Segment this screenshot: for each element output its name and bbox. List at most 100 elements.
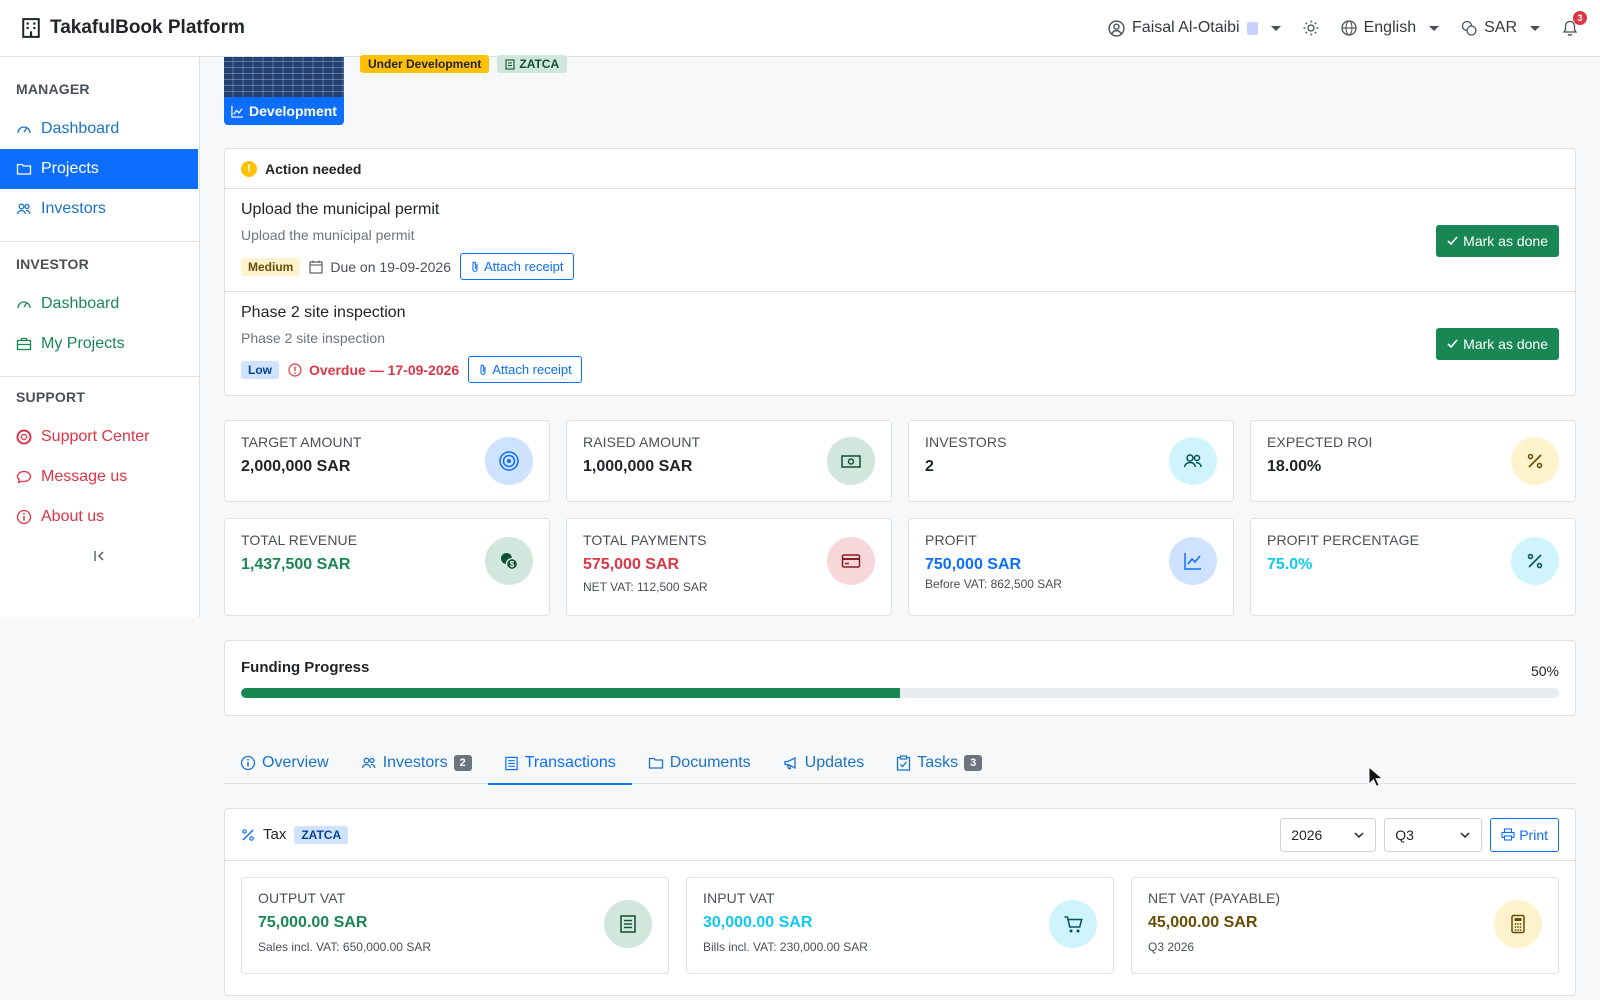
stage-label: Development xyxy=(249,103,337,119)
sidebar-item-my-projects[interactable]: My Projects xyxy=(0,324,199,364)
people-icon xyxy=(16,203,31,215)
stat-card-target-amount: TARGET AMOUNT 2,000,000 SAR xyxy=(224,420,550,502)
mark-as-done-button[interactable]: Mark as done xyxy=(1436,328,1559,360)
tab-count-badge: 3 xyxy=(964,755,983,771)
brand-name: TakafulBook Platform xyxy=(50,17,245,38)
sidebar-section-support: SUPPORT xyxy=(16,389,86,405)
sidebar-item-support-center[interactable]: Support Center xyxy=(0,417,199,457)
funding-progress-bar xyxy=(241,688,1559,698)
stat-card-raised-amount: RAISED AMOUNT 1,000,000 SAR xyxy=(566,420,892,502)
attach-receipt-button[interactable]: Attach receipt xyxy=(460,253,574,280)
due-date-text: Due on 19-09-2026 xyxy=(330,258,451,275)
language-menu[interactable]: English xyxy=(1340,19,1440,37)
mark-as-done-button[interactable]: Mark as done xyxy=(1436,225,1559,257)
sidebar-section-investor: INVESTOR xyxy=(16,256,89,272)
user-name: Faisal Al-Otaibi xyxy=(1132,19,1240,36)
percent-icon xyxy=(242,828,254,841)
tab-updates[interactable]: Updates xyxy=(767,742,881,784)
sidebar-item-label: Dashboard xyxy=(41,120,120,137)
coins-icon xyxy=(1461,20,1477,36)
notification-count: 3 xyxy=(1573,10,1587,25)
folder-icon xyxy=(16,163,32,175)
globe-icon xyxy=(1340,20,1357,36)
target-icon xyxy=(485,437,533,485)
vat-label: OUTPUT VAT xyxy=(258,890,346,906)
tab-overview[interactable]: Overview xyxy=(224,742,345,784)
print-button[interactable]: Print xyxy=(1490,817,1559,852)
receipt-icon xyxy=(505,58,515,70)
tab-label: Transactions xyxy=(524,754,616,771)
sidebar-item-investor-dashboard[interactable]: Dashboard xyxy=(0,284,199,324)
tab-transactions[interactable]: Transactions xyxy=(487,742,632,785)
sidebar-collapse-button[interactable] xyxy=(0,549,199,563)
sidebar-item-about-us[interactable]: About us xyxy=(0,497,199,537)
vat-grid: OUTPUT VAT 75,000.00 SAR Sales incl. VAT… xyxy=(225,861,1575,990)
sidebar-item-manager-dashboard[interactable]: Dashboard xyxy=(0,109,199,149)
mark-as-done-label: Mark as done xyxy=(1463,233,1548,249)
status-badge: Under Development xyxy=(360,55,490,73)
brand[interactable]: TakafulBook Platform xyxy=(22,17,245,39)
stat-card-total-revenue: TOTAL REVENUE 1,437,500 SAR $ xyxy=(224,518,550,616)
year-select[interactable]: 2026 xyxy=(1280,817,1377,852)
info-icon xyxy=(240,755,256,771)
printer-icon xyxy=(1501,828,1515,841)
due-date: Due on 19-09-2026 xyxy=(309,259,451,275)
funding-progress-title: Funding Progress xyxy=(241,659,370,676)
sidebar-item-message-us[interactable]: Message us xyxy=(0,457,199,497)
stat-card-investors: INVESTORS 2 xyxy=(908,420,1234,502)
attach-receipt-label: Attach receipt xyxy=(484,259,564,274)
percent-icon xyxy=(1511,437,1559,485)
tab-label: Documents xyxy=(669,754,751,771)
sidebar-item-label: Dashboard xyxy=(41,295,120,312)
tab-label: Investors xyxy=(382,754,448,771)
cart-icon xyxy=(1049,900,1097,948)
paperclip-icon xyxy=(472,261,478,272)
sun-icon xyxy=(1303,20,1319,36)
task-title: Upload the municipal permit xyxy=(241,201,440,218)
tab-label: Updates xyxy=(804,754,865,771)
vat-sub: Q3 2026 xyxy=(1148,940,1195,954)
notifications-button[interactable]: 3 xyxy=(1562,10,1587,37)
info-icon xyxy=(16,509,32,525)
svg-text:$: $ xyxy=(510,560,515,569)
lifebuoy-icon xyxy=(16,429,32,445)
speedometer-icon xyxy=(17,301,31,309)
sidebar-section-manager: MANAGER xyxy=(16,81,90,97)
vat-label: NET VAT (PAYABLE) xyxy=(1148,890,1281,906)
currency-label: SAR xyxy=(1484,19,1517,36)
tab-tasks[interactable]: Tasks 3 xyxy=(880,742,998,784)
currency-menu[interactable]: SAR xyxy=(1461,19,1540,37)
receipt-icon xyxy=(505,756,518,770)
task-title: Phase 2 site inspection xyxy=(241,304,406,321)
vat-sub: Sales incl. VAT: 650,000.00 SAR xyxy=(258,940,431,954)
people-icon xyxy=(1169,437,1217,485)
quarter-select[interactable]: Q3 xyxy=(1384,817,1483,852)
task-row: Upload the municipal permit Upload the m… xyxy=(225,189,1575,292)
sidebar: MANAGER Dashboard Projects Investors INV… xyxy=(0,57,200,617)
tax-title: Tax xyxy=(263,826,287,843)
sidebar-item-projects[interactable]: Projects xyxy=(0,149,198,189)
speedometer-icon xyxy=(17,126,31,134)
theme-toggle[interactable] xyxy=(1303,20,1319,36)
language-label: English xyxy=(1363,19,1417,36)
user-menu[interactable]: Faisal Al-Otaibi xyxy=(1108,19,1281,37)
attach-receipt-button[interactable]: Attach receipt xyxy=(468,356,582,383)
tab-count-badge: 2 xyxy=(453,755,472,771)
sidebar-item-label: About us xyxy=(41,508,105,525)
tab-documents[interactable]: Documents xyxy=(632,742,767,784)
check-icon xyxy=(1447,339,1458,349)
megaphone-icon xyxy=(784,756,796,770)
quarter-select-value: Q3 xyxy=(1395,826,1414,843)
folder-icon xyxy=(648,757,663,769)
chevron-down-icon xyxy=(1530,25,1540,31)
cash-icon xyxy=(827,437,875,485)
vat-card-input: INPUT VAT 30,000.00 SAR Bills incl. VAT:… xyxy=(686,877,1114,974)
sidebar-item-label: Projects xyxy=(41,160,99,177)
stat-card-profit: PROFIT 750,000 SAR Before VAT: 862,500 S… xyxy=(908,518,1234,616)
task-row: Phase 2 site inspection Phase 2 site ins… xyxy=(225,292,1575,395)
briefcase-icon xyxy=(16,337,32,351)
exclamation-icon: ! xyxy=(241,160,257,177)
tab-investors[interactable]: Investors 2 xyxy=(345,742,488,784)
sidebar-item-investors[interactable]: Investors xyxy=(0,189,199,229)
stat-card-total-payments: TOTAL PAYMENTS 575,000 SAR NET VAT: 112,… xyxy=(566,518,892,616)
